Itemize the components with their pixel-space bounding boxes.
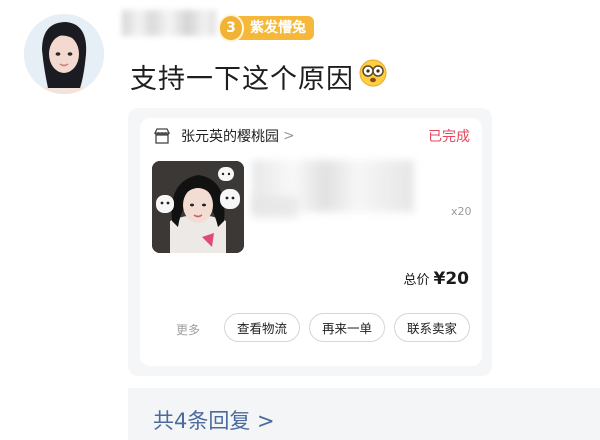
chevron-right-icon: > bbox=[283, 128, 295, 144]
avatar[interactable] bbox=[24, 14, 104, 94]
fan-badge[interactable]: 3 紫发懵兔 bbox=[218, 14, 314, 42]
comment-body: 支持一下这个原因 bbox=[130, 64, 354, 95]
total-label: 总价 bbox=[403, 273, 430, 288]
shop-link[interactable]: 张元英的樱桃园 > bbox=[153, 126, 295, 146]
username-blurred[interactable] bbox=[122, 10, 216, 36]
shop-icon bbox=[153, 128, 171, 144]
total-price: ¥20 bbox=[433, 269, 470, 289]
product-image[interactable] bbox=[152, 161, 244, 253]
badge-level: 3 bbox=[218, 14, 244, 42]
order-status: 已完成 bbox=[428, 129, 470, 145]
total-price-row: 总价 ¥20 bbox=[403, 269, 469, 289]
more-button[interactable]: 更多 bbox=[176, 321, 200, 338]
view-logistics-button[interactable]: 查看物流 bbox=[224, 313, 300, 342]
product-spec-blurred bbox=[252, 196, 298, 218]
shop-name: 张元英的樱桃园 bbox=[181, 129, 279, 145]
badge-label: 紫发懵兔 bbox=[238, 16, 314, 40]
flushed-face-with-glasses-icon bbox=[358, 58, 388, 95]
view-replies-link[interactable]: 共4条回复 > bbox=[153, 405, 275, 435]
contact-seller-button[interactable]: 联系卖家 bbox=[394, 313, 470, 342]
comment-text: 支持一下这个原因 bbox=[130, 57, 388, 96]
reorder-button[interactable]: 再来一单 bbox=[309, 313, 385, 342]
quantity: x20 bbox=[451, 205, 472, 218]
